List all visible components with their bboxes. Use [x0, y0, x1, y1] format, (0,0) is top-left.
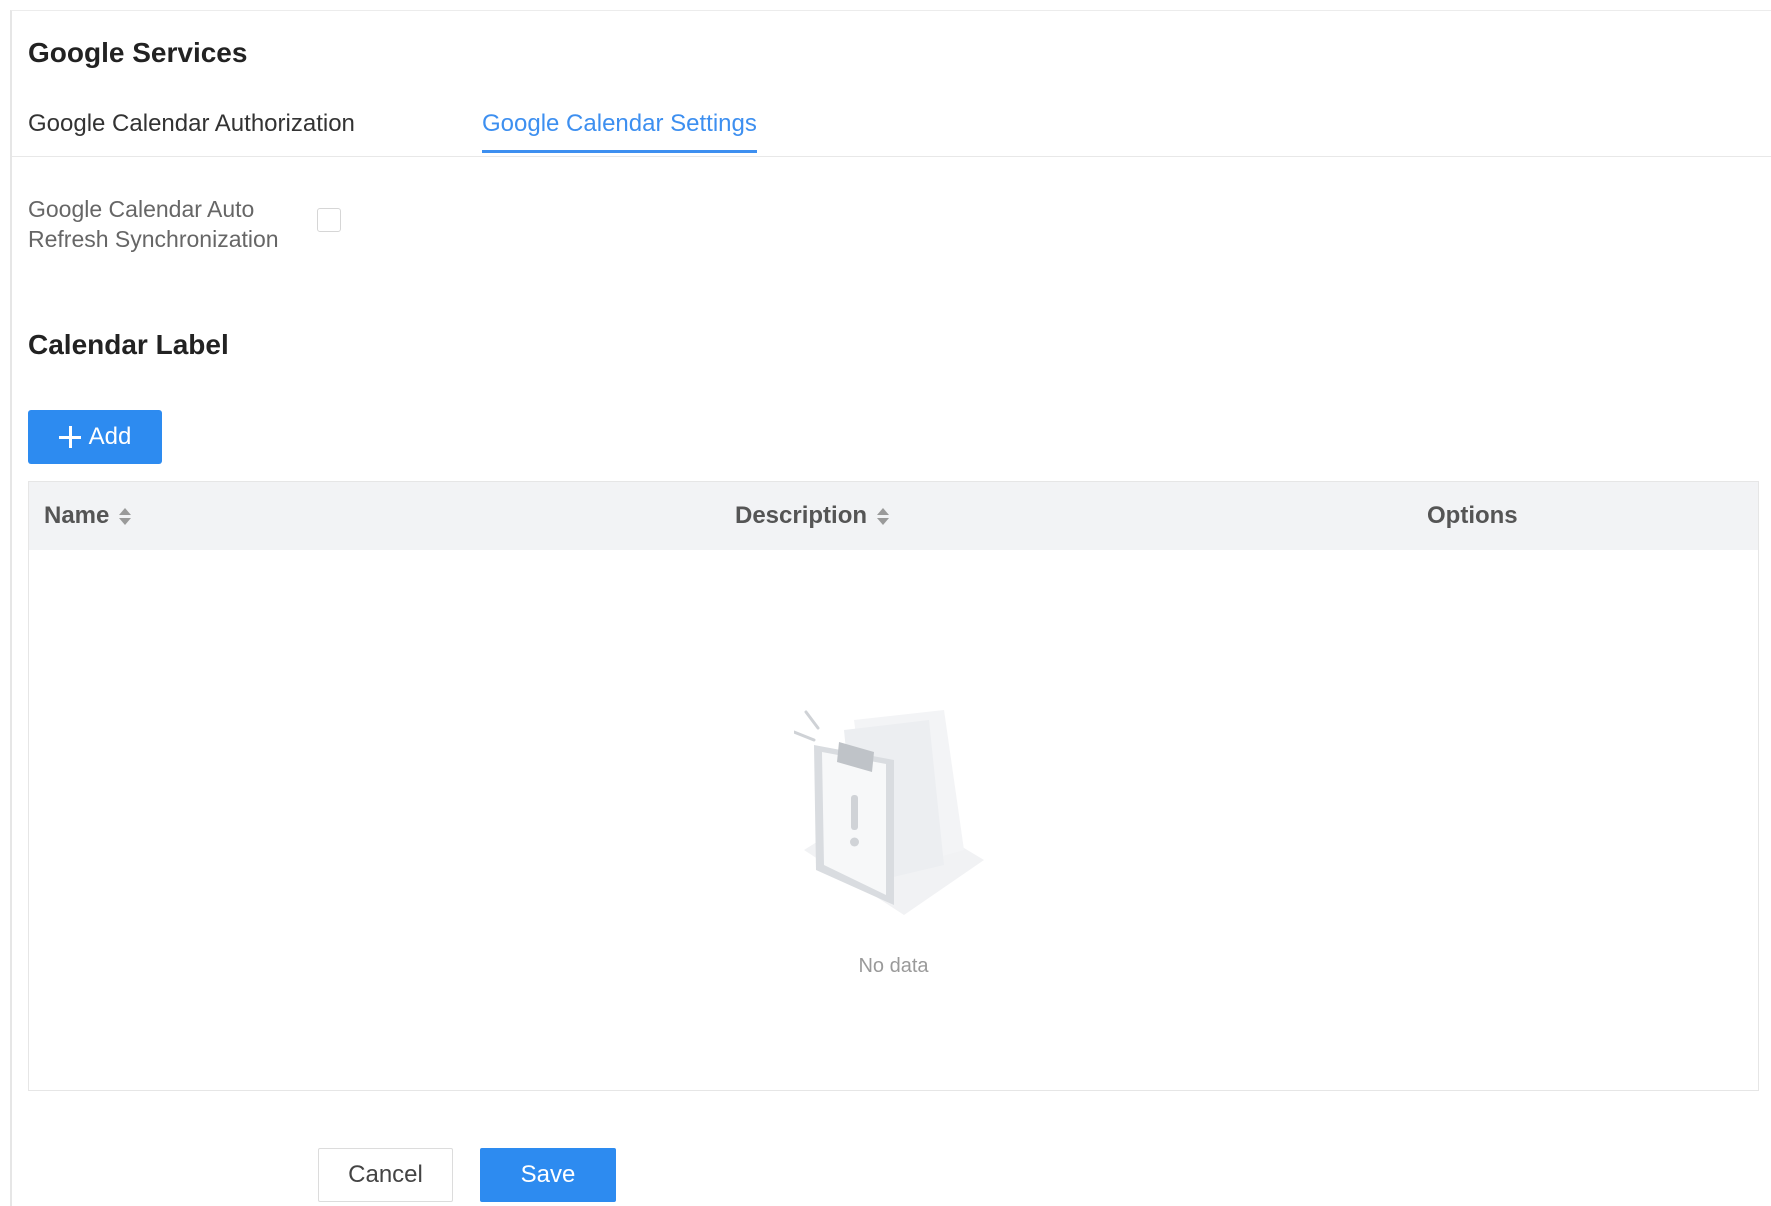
- tab-bar: Google Calendar Authorization Google Cal…: [12, 106, 1771, 157]
- add-button-label: Add: [88, 423, 132, 450]
- add-button[interactable]: Add: [28, 410, 162, 464]
- column-header-description-label: Description: [735, 502, 868, 529]
- column-header-options-label: Options: [1427, 502, 1518, 529]
- empty-clipboard-icon: [794, 710, 984, 915]
- auto-refresh-checkbox[interactable]: [317, 208, 341, 232]
- tab-google-calendar-authorization[interactable]: Google Calendar Authorization: [28, 110, 355, 150]
- table-header: Name Description Options: [29, 482, 1758, 550]
- cancel-button[interactable]: Cancel: [318, 1148, 453, 1202]
- column-header-name[interactable]: Name: [44, 502, 132, 530]
- save-button[interactable]: Save: [480, 1148, 616, 1202]
- tab-google-calendar-settings[interactable]: Google Calendar Settings: [482, 110, 757, 153]
- plus-icon: [58, 426, 81, 448]
- empty-text: No data: [858, 955, 929, 977]
- calendar-label-title: Calendar Label: [28, 329, 229, 360]
- column-header-name-label: Name: [44, 502, 110, 529]
- page-title: Google Services: [28, 37, 248, 68]
- sort-icon[interactable]: [119, 507, 132, 525]
- google-services-page: Google Services Google Calendar Authoriz…: [10, 10, 1771, 1206]
- sort-icon[interactable]: [877, 507, 890, 525]
- auto-refresh-label: Google Calendar Auto Refresh Synchroniza…: [28, 196, 279, 252]
- calendar-label-table: Name Description Options No data: [28, 481, 1759, 1091]
- column-header-description[interactable]: Description: [735, 502, 890, 530]
- column-header-options: Options: [1427, 502, 1518, 530]
- empty-state: No data: [29, 550, 1758, 1090]
